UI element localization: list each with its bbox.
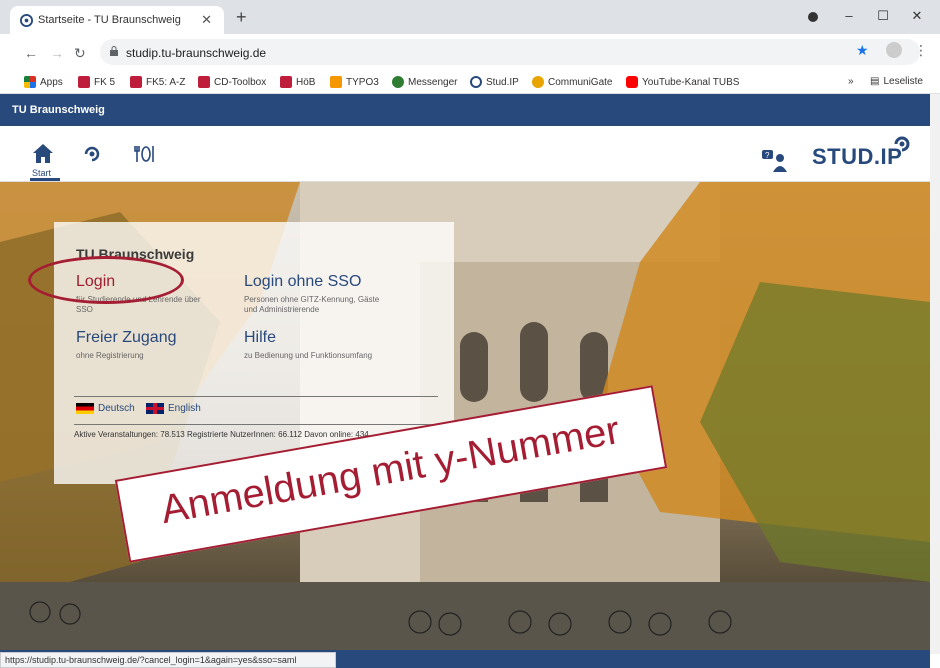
uk-flag-icon — [146, 403, 164, 414]
bookmark-messenger[interactable]: Messenger — [392, 76, 457, 88]
studip-favicon-icon — [20, 14, 33, 27]
studip-nav-icon[interactable] — [82, 144, 102, 164]
minimize-icon[interactable]: – — [834, 8, 864, 23]
lang-de[interactable]: Deutsch — [76, 403, 135, 414]
tu-logo-icon — [130, 76, 142, 88]
communigate-icon — [532, 76, 544, 88]
reading-list[interactable]: ▤ Leseliste — [870, 76, 923, 87]
login-no-sso-subtext: Personen ohne GITZ-Kennung, Gäste und Ad… — [244, 295, 380, 314]
reading-list-icon: ▤ — [870, 76, 880, 87]
help-link[interactable]: Hilfe — [244, 329, 276, 347]
divider — [74, 396, 438, 397]
bookmark-studip[interactable]: Stud.IP — [470, 76, 519, 88]
forward-icon[interactable]: → — [50, 45, 64, 61]
menu-icon[interactable]: ⋮ — [914, 42, 928, 59]
account-avatar[interactable] — [886, 42, 902, 58]
home-icon[interactable] — [32, 142, 54, 164]
status-bar-url: https://studip.tu-braunschweig.de/?cance… — [0, 652, 336, 668]
bookmark-fk5-az[interactable]: FK5: A-Z — [130, 76, 185, 88]
lock-icon — [110, 46, 118, 56]
studip-icon — [470, 76, 482, 88]
messenger-icon — [392, 76, 404, 88]
tu-logo-icon — [78, 76, 90, 88]
tu-logo-icon — [198, 76, 210, 88]
youtube-icon — [626, 76, 638, 88]
page-scrollbar[interactable] — [930, 94, 940, 654]
bookmark-typo3[interactable]: TYPO3 — [330, 76, 379, 88]
browser-tab-bar: Startseite - TU Braunschweig ✕ + – ☐ ✕ — [0, 0, 940, 34]
login-no-sso-link[interactable]: Login ohne SSO — [244, 273, 361, 291]
profile-dot-icon[interactable] — [808, 12, 818, 22]
browser-tab[interactable]: Startseite - TU Braunschweig ✕ — [10, 6, 224, 34]
main-navigation: Start ? STUD.IP — [0, 126, 930, 182]
url-text: studip.tu-braunschweig.de — [126, 46, 267, 60]
bookmark-fk5[interactable]: FK 5 — [78, 76, 115, 88]
lang-en[interactable]: English — [146, 403, 201, 414]
german-flag-icon — [76, 403, 94, 414]
free-access-subtext: ohne Registrierung — [76, 351, 144, 360]
bookmark-hoeb[interactable]: HöB — [280, 76, 315, 88]
tu-logo-icon — [280, 76, 292, 88]
bookmarks-overflow-icon[interactable]: » — [848, 76, 854, 87]
bookmark-communigate[interactable]: CommuniGate — [532, 76, 612, 88]
maximize-icon[interactable]: ☐ — [868, 8, 898, 24]
divider — [74, 424, 438, 425]
studip-logo: STUD.IP — [812, 144, 903, 169]
bookmark-youtube[interactable]: YouTube-Kanal TUBS — [626, 76, 739, 88]
platform-stats: Aktive Veranstaltungen: 78.513 Registrie… — [74, 430, 369, 439]
app-header: TU Braunschweig — [0, 94, 930, 126]
back-icon[interactable]: ← — [24, 45, 38, 61]
bookmarks-bar: Apps FK 5 FK5: A-Z CD-Toolbox HöB TYPO3 … — [0, 70, 940, 94]
help-subtext: zu Bedienung und Funktionsumfang — [244, 351, 373, 360]
address-bar-row: ← → ↻ studip.tu-braunschweig.de ★ ⋮ — [0, 34, 940, 70]
close-window-icon[interactable]: ✕ — [902, 8, 932, 24]
tab-title: Startseite - TU Braunschweig — [38, 14, 181, 26]
close-tab-icon[interactable]: ✕ — [201, 12, 212, 28]
mensa-icon[interactable] — [134, 144, 156, 164]
bookmark-apps[interactable]: Apps — [24, 76, 63, 88]
svg-text:?: ? — [765, 151, 770, 160]
nav-start-label[interactable]: Start — [32, 168, 51, 178]
free-access-link[interactable]: Freier Zugang — [76, 329, 177, 347]
apps-grid-icon — [24, 76, 36, 88]
studip-logo-mark-icon — [894, 136, 910, 152]
app-header-title: TU Braunschweig — [12, 104, 105, 116]
login-highlight-oval — [28, 256, 184, 304]
reload-icon[interactable]: ↻ — [74, 45, 86, 62]
bookmark-star-icon[interactable]: ★ — [856, 42, 869, 59]
active-tab-indicator — [30, 178, 60, 181]
new-tab-icon[interactable]: + — [236, 8, 247, 26]
bookmark-cd-toolbox[interactable]: CD-Toolbox — [198, 76, 266, 88]
help-avatar-icon[interactable]: ? — [762, 150, 790, 172]
typo3-icon — [330, 76, 342, 88]
url-field[interactable]: studip.tu-braunschweig.de — [100, 39, 920, 65]
